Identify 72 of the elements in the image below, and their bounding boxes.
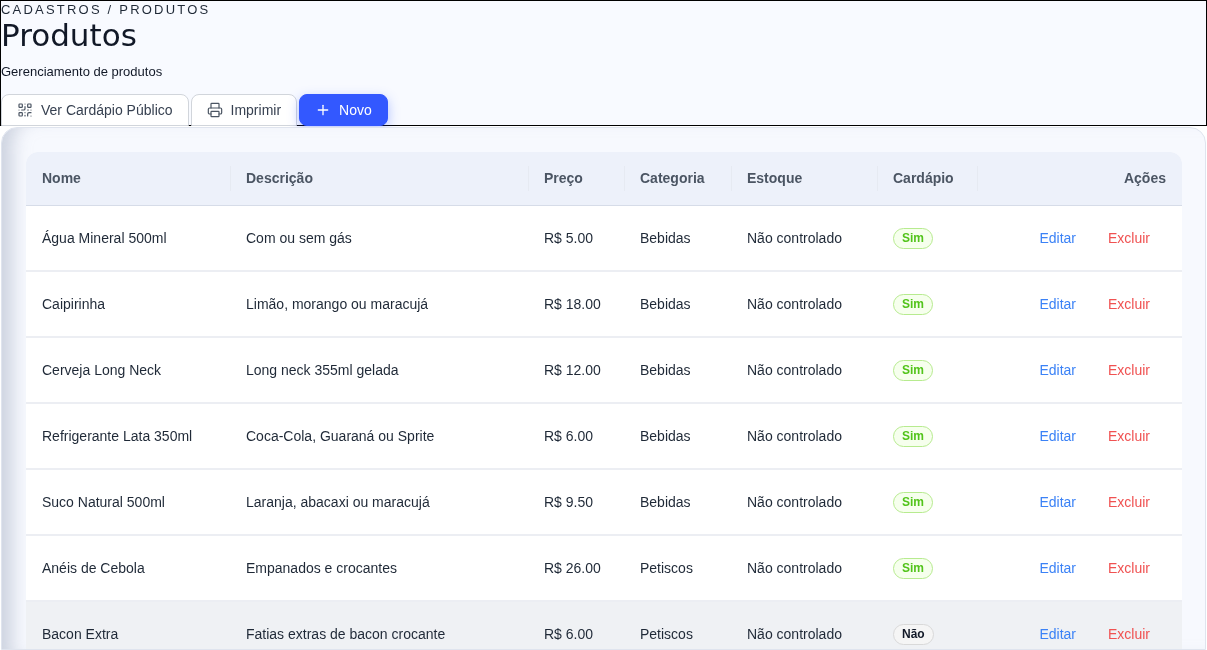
product-name: Suco Natural 500ml bbox=[42, 494, 165, 510]
column-header: Preço bbox=[543, 169, 584, 188]
product-name: Água Mineral 500ml bbox=[42, 230, 167, 246]
product-name: Anéis de Cebola bbox=[42, 560, 145, 576]
product-stock: Não controlado bbox=[747, 362, 842, 378]
product-stock: Não controlado bbox=[747, 560, 842, 576]
edit-link[interactable]: Editar bbox=[1023, 425, 1092, 447]
edit-link[interactable]: Editar bbox=[1023, 293, 1092, 315]
product-name: Cerveja Long Neck bbox=[42, 362, 162, 378]
column-header: Nome bbox=[41, 169, 82, 188]
product-description: Coca-Cola, Guaraná ou Sprite bbox=[246, 428, 435, 444]
product-category: Bebidas bbox=[640, 428, 691, 444]
edit-link[interactable]: Editar bbox=[1023, 557, 1092, 579]
product-price: R$ 26.00 bbox=[544, 560, 601, 576]
product-name: Bacon Extra bbox=[42, 626, 119, 642]
product-description: Empanados e crocantes bbox=[246, 560, 397, 576]
status-badge: Sim bbox=[893, 293, 933, 315]
public-menu-button[interactable]: Ver Cardápio Público bbox=[1, 94, 189, 126]
product-category: Petiscos bbox=[640, 560, 693, 576]
product-category: Bebidas bbox=[640, 296, 691, 312]
product-price: R$ 6.00 bbox=[544, 428, 594, 444]
delete-link[interactable]: Excluir bbox=[1092, 359, 1166, 381]
product-category: Petiscos bbox=[640, 626, 693, 642]
printer-icon bbox=[206, 102, 223, 118]
delete-link[interactable]: Excluir bbox=[1092, 293, 1166, 315]
status-badge: Sim bbox=[893, 425, 933, 447]
qr-code-icon bbox=[17, 102, 33, 118]
column-header: Estoque bbox=[746, 169, 804, 188]
product-description: Laranja, abacaxi ou maracujá bbox=[246, 494, 430, 510]
product-description: Com ou sem gás bbox=[246, 230, 352, 246]
product-stock: Não controlado bbox=[747, 494, 842, 510]
status-badge: Sim bbox=[893, 557, 933, 579]
product-stock: Não controlado bbox=[747, 230, 842, 246]
product-description: Limão, morango ou maracujá bbox=[246, 296, 429, 312]
edit-link[interactable]: Editar bbox=[1023, 359, 1092, 381]
column-header: Cardápio bbox=[892, 169, 955, 188]
column-header: Categoria bbox=[639, 169, 706, 188]
status-badge: Não bbox=[893, 623, 934, 645]
delete-link[interactable]: Excluir bbox=[1092, 557, 1166, 579]
column-header: Ações bbox=[1122, 169, 1167, 188]
product-price: R$ 18.00 bbox=[544, 296, 601, 312]
product-name: Refrigerante Lata 350ml bbox=[42, 428, 193, 444]
product-category: Bebidas bbox=[640, 230, 691, 246]
table-row[interactable]: Bacon Extra Fatias extras de bacon crocante R$ 6.00 Petiscos Não controlado Não Editar Excluir bbox=[26, 602, 1182, 649]
product-stock: Não controlado bbox=[747, 626, 842, 642]
product-name: Caipirinha bbox=[42, 296, 106, 312]
status-badge: Sim bbox=[893, 227, 933, 249]
product-price: R$ 12.00 bbox=[544, 362, 601, 378]
delete-link[interactable]: Excluir bbox=[1092, 491, 1166, 513]
edit-link[interactable]: Editar bbox=[1023, 623, 1092, 645]
new-button[interactable]: Novo bbox=[299, 94, 388, 126]
product-stock: Não controlado bbox=[747, 296, 842, 312]
status-badge: Sim bbox=[893, 359, 933, 381]
edit-link[interactable]: Editar bbox=[1023, 491, 1092, 513]
page-title: Produtos bbox=[1, 18, 137, 52]
status-badge: Sim bbox=[893, 491, 933, 513]
product-category: Bebidas bbox=[640, 494, 691, 510]
product-price: R$ 6.00 bbox=[544, 626, 594, 642]
product-category: Bebidas bbox=[640, 362, 691, 378]
breadcrumb: CADASTROS / PRODUTOS bbox=[1, 2, 211, 18]
column-header: Descrição bbox=[245, 169, 314, 188]
product-stock: Não controlado bbox=[747, 428, 842, 444]
delete-link[interactable]: Excluir bbox=[1092, 227, 1166, 249]
print-button[interactable]: Imprimir bbox=[190, 94, 298, 126]
product-price: R$ 5.00 bbox=[544, 230, 594, 246]
delete-link[interactable]: Excluir bbox=[1092, 623, 1166, 645]
product-description: Fatias extras de bacon crocante bbox=[246, 626, 446, 642]
product-price: R$ 9.50 bbox=[544, 494, 594, 510]
page-subtitle: Gerenciamento de produtos bbox=[1, 63, 163, 81]
edit-link[interactable]: Editar bbox=[1023, 227, 1092, 249]
delete-link[interactable]: Excluir bbox=[1092, 425, 1166, 447]
product-description: Long neck 355ml gelada bbox=[246, 362, 399, 378]
